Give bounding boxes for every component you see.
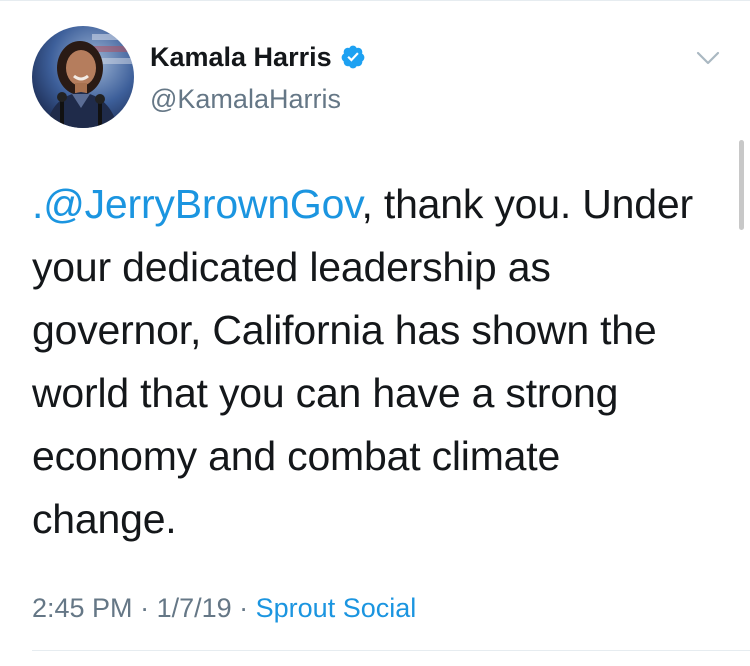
- display-name-text: Kamala Harris: [150, 42, 332, 72]
- tweet-meta: 2:45 PM · 1/7/19 · Sprout Social: [32, 590, 416, 626]
- meta-separator: ·: [132, 593, 157, 623]
- tweet-line: economy and combat climate: [32, 433, 561, 479]
- scrollbar[interactable]: [739, 140, 744, 230]
- handle[interactable]: @KamalaHarris: [150, 82, 341, 116]
- display-name[interactable]: Kamala Harris: [150, 40, 366, 74]
- bottom-divider: [32, 650, 750, 651]
- meta-separator: ·: [231, 593, 256, 623]
- top-divider: [0, 0, 750, 1]
- profile-photo: [32, 26, 134, 128]
- tweet-line-text: , thank you. Under: [361, 181, 694, 227]
- tweet-text: .@JerryBrownGov, thank you. Under your d…: [32, 173, 722, 551]
- tweet-line: your dedicated leadership as: [32, 244, 551, 290]
- chevron-down-icon[interactable]: [694, 44, 722, 72]
- tweet-time[interactable]: 2:45 PM: [32, 593, 133, 623]
- tweet-source-link[interactable]: Sprout Social: [256, 593, 417, 623]
- mention-link[interactable]: .@JerryBrownGov: [32, 181, 362, 227]
- tweet-line: governor, California has shown the: [32, 307, 657, 353]
- verified-badge-icon: [341, 45, 364, 69]
- tweet-line: .@JerryBrownGov, thank you. Under: [32, 173, 722, 236]
- tweet-line: world that you can have a strong: [32, 370, 619, 416]
- avatar[interactable]: [32, 26, 134, 128]
- tweet-date[interactable]: 1/7/19: [157, 593, 232, 623]
- tweet-line: change.: [32, 496, 177, 542]
